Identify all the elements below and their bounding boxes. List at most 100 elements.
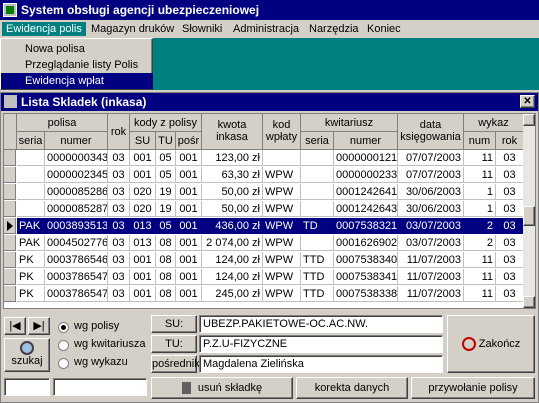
table-cell[interactable]: 123,00 zł [202,150,263,166]
table-cell[interactable]: TTD [301,252,334,268]
table-cell[interactable]: 03/07/2003 [398,235,464,251]
table-cell[interactable]: 0003786547 [45,269,108,285]
table-cell[interactable]: 013 [130,235,156,251]
table-cell[interactable]: 03 [496,201,524,217]
table-cell[interactable]: 03/07/2003 [398,218,464,234]
row-indicator[interactable] [4,286,16,302]
table-cell[interactable]: WPW [263,286,301,302]
table-cell[interactable]: 11 [464,150,496,166]
table-cell[interactable]: 03 [496,269,524,285]
scroll-down-icon[interactable] [523,296,535,308]
table-cell[interactable]: 05 [156,150,176,166]
table-cell[interactable]: 013 [130,218,156,234]
table-cell[interactable]: 07/07/2003 [398,150,464,166]
table-cell[interactable]: 11/07/2003 [398,252,464,268]
table-cell[interactable]: 1 [464,201,496,217]
table-cell[interactable]: 08 [156,252,176,268]
table-cell[interactable]: 03 [496,167,524,183]
table-cell[interactable]: 0007538340 [334,252,398,268]
table-cell[interactable]: 001 [176,201,202,217]
table-cell[interactable] [301,235,334,251]
table-cell[interactable]: 001 [176,269,202,285]
table-cell[interactable]: 0000002345 [45,167,108,183]
table-cell[interactable]: 03 [496,286,524,302]
table-cell[interactable]: 001 [130,150,156,166]
table-cell[interactable]: 08 [156,286,176,302]
table-cell[interactable]: 50,00 zł [202,201,263,217]
search-input-1[interactable] [4,378,50,396]
table-cell[interactable]: TTD [301,286,334,302]
table-cell[interactable]: WPW [263,235,301,251]
table-cell[interactable]: WPW [263,184,301,200]
table-cell[interactable] [17,167,45,183]
search-input-2[interactable] [53,378,147,396]
table-cell[interactable] [301,201,334,217]
table-cell[interactable]: 08 [156,269,176,285]
menu-administracja[interactable]: Administracja [229,22,303,36]
table-cell[interactable]: 0000000343 [45,150,108,166]
row-indicator[interactable] [4,184,16,200]
table-cell[interactable]: WPW [263,167,301,183]
table-cell[interactable] [301,184,334,200]
table-cell[interactable]: WPW [263,252,301,268]
table-cell[interactable]: 11/07/2003 [398,286,464,302]
table-cell[interactable]: 001 [130,269,156,285]
table-cell[interactable]: PK [17,286,45,302]
table-cell[interactable] [17,150,45,166]
table-cell[interactable]: 03 [108,269,130,285]
table-cell[interactable]: 0000000233 [334,167,398,183]
table-cell[interactable]: PK [17,252,45,268]
radio-wg-wykazu[interactable] [58,358,69,369]
table-cell[interactable]: 03 [496,252,524,268]
szukaj-button[interactable]: szukaj [4,338,50,372]
table-cell[interactable]: 30/06/2003 [398,201,464,217]
table-cell[interactable]: WPW [263,269,301,285]
table-cell[interactable]: 124,00 zł [202,269,263,285]
row-indicator[interactable] [4,235,16,251]
table-cell[interactable]: 03 [108,201,130,217]
table-cell[interactable]: 020 [130,184,156,200]
table-cell[interactable]: 0000085287 [45,201,108,217]
table-cell[interactable] [263,150,301,166]
table-cell[interactable]: 0004502776 [45,235,108,251]
table-cell[interactable]: WPW [263,201,301,217]
table-cell[interactable]: 2 [464,218,496,234]
table-cell[interactable]: WPW [263,218,301,234]
vertical-scrollbar[interactable] [523,114,535,308]
table-cell[interactable]: 0001626902 [334,235,398,251]
table-cell[interactable]: 2 074,00 zł [202,235,263,251]
table-cell[interactable]: 11 [464,269,496,285]
table-cell[interactable]: 11 [464,286,496,302]
menu-item-nowa-polisa[interactable]: Nowa polisa [1,41,153,57]
row-indicator[interactable] [4,167,16,183]
table-cell[interactable]: 001 [130,286,156,302]
table-cell[interactable]: 020 [130,201,156,217]
table-cell[interactable]: 05 [156,218,176,234]
row-indicator[interactable] [4,252,16,268]
table-cell[interactable]: 0000085286 [45,184,108,200]
table-cell[interactable]: TTD [301,269,334,285]
table-cell[interactable]: 0003786547 [45,286,108,302]
menu-magazyn-drukow[interactable]: Magazyn druków [87,22,178,36]
table-cell[interactable]: 001 [130,167,156,183]
table-cell[interactable]: 05 [156,167,176,183]
menu-narzedzia[interactable]: Narzędzia [305,22,363,36]
menu-item-przegladanie-listy-polis[interactable]: Przeglądanie listy Polis [1,57,153,73]
menu-slowniki[interactable]: Słowniki [178,22,226,36]
table-cell[interactable]: 001 [176,235,202,251]
table-cell[interactable]: 436,00 zł [202,218,263,234]
row-indicator[interactable] [4,269,16,285]
table-cell[interactable]: 001 [176,150,202,166]
table-cell[interactable]: 2 [464,235,496,251]
table-cell[interactable]: 0003893513 [45,218,108,234]
table-cell[interactable]: 03 [108,167,130,183]
usun-skladke-button[interactable]: usuń składkę [151,377,293,399]
table-cell[interactable]: 07/07/2003 [398,167,464,183]
table-cell[interactable]: 1 [464,184,496,200]
table-cell[interactable]: 0001242641 [334,184,398,200]
table-cell[interactable]: 001 [176,286,202,302]
row-indicator[interactable] [4,201,16,217]
menu-ewidencja-polis[interactable]: Ewidencja polis [2,22,86,36]
table-cell[interactable]: 03 [496,218,524,234]
table-cell[interactable]: 0000000121 [334,150,398,166]
